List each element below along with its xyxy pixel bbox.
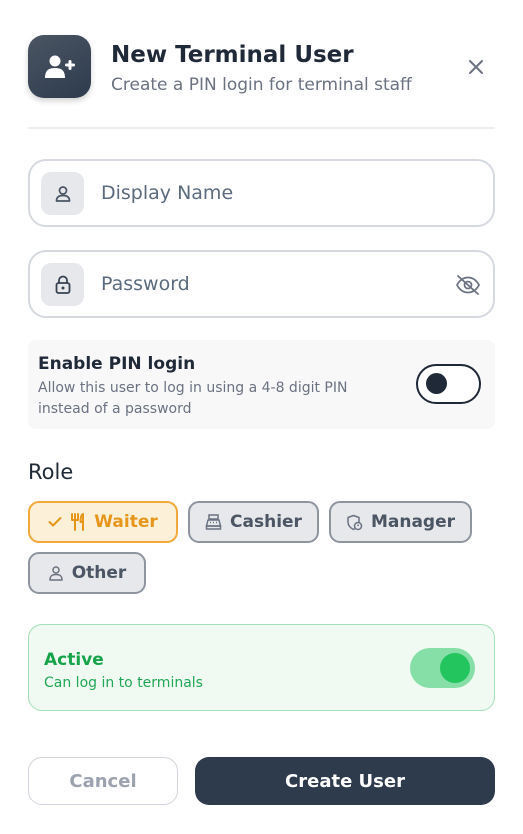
user-icon xyxy=(48,565,64,581)
dialog-title: New Terminal User xyxy=(111,42,354,68)
close-button[interactable] xyxy=(463,54,489,80)
pin-login-section: Enable PIN login Allow this user to log … xyxy=(28,340,495,429)
active-title: Active xyxy=(44,650,104,670)
role-chip-cashier[interactable]: Cashier xyxy=(188,501,319,543)
create-user-button[interactable]: Create User xyxy=(195,757,495,805)
toggle-knob xyxy=(426,373,447,394)
header-divider xyxy=(28,127,495,129)
role-label-manager: Manager xyxy=(370,512,456,532)
utensils-icon xyxy=(70,513,86,531)
display-name-input[interactable] xyxy=(101,173,441,213)
role-chip-manager[interactable]: Manager xyxy=(329,501,472,543)
eye-off-icon xyxy=(455,275,481,295)
user-icon xyxy=(41,172,84,215)
password-field[interactable] xyxy=(28,250,495,318)
cash-register-icon xyxy=(205,514,222,530)
role-chip-waiter[interactable]: Waiter xyxy=(28,501,178,543)
active-toggle[interactable] xyxy=(410,648,475,688)
role-heading: Role xyxy=(28,460,74,484)
display-name-field[interactable] xyxy=(28,159,495,227)
role-label-waiter: Waiter xyxy=(94,512,158,532)
role-label-other: Other xyxy=(71,563,127,583)
dialog-header: New Terminal User Create a PIN login for… xyxy=(28,35,495,99)
toggle-knob xyxy=(440,653,470,683)
lock-icon xyxy=(41,263,84,306)
check-icon xyxy=(48,516,62,528)
active-status-section: Active Can log in to terminals xyxy=(28,624,495,711)
pin-login-title: Enable PIN login xyxy=(38,354,196,374)
cancel-button[interactable]: Cancel xyxy=(28,757,178,805)
pin-login-description: Allow this user to log in using a 4-8 di… xyxy=(38,380,348,417)
close-icon xyxy=(469,60,483,74)
dialog-subtitle: Create a PIN login for terminal staff xyxy=(111,75,412,95)
active-subtitle: Can log in to terminals xyxy=(44,675,203,691)
role-label-cashier: Cashier xyxy=(230,512,302,532)
shield-user-icon xyxy=(346,514,363,531)
role-chip-other[interactable]: Other xyxy=(28,552,146,594)
toggle-password-visibility[interactable] xyxy=(455,273,481,297)
pin-login-toggle[interactable] xyxy=(416,364,481,404)
password-input[interactable] xyxy=(101,264,441,304)
user-plus-icon xyxy=(28,35,91,98)
